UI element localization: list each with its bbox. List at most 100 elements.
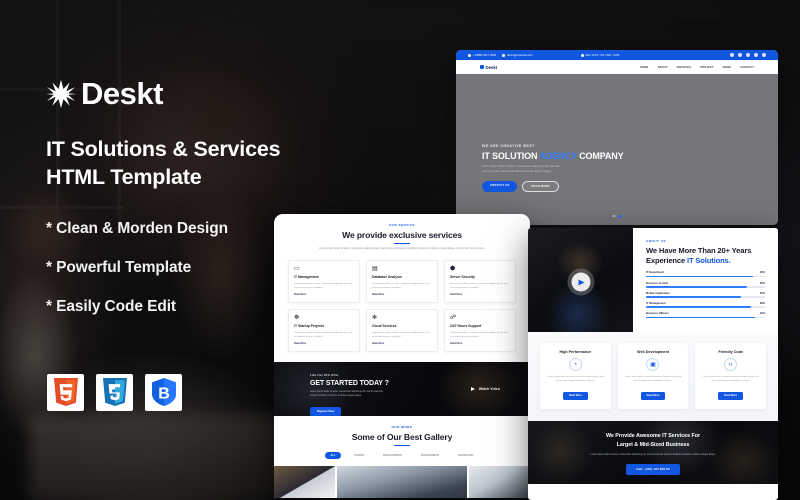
about-section: ABOUT US We Have More Than 20+ Years Exp… — [528, 228, 778, 332]
starburst-icon — [480, 65, 484, 69]
skill-row: IT Department 90% — [646, 271, 765, 278]
contact-us-button[interactable]: CONTACT US — [482, 181, 518, 193]
service-card-text: Lorem ipsum dolor sit amet, consectetur … — [372, 331, 430, 338]
nav-item-about[interactable]: ABOUT — [657, 66, 667, 69]
gallery-tab-development[interactable]: DEVELOPMENT — [377, 452, 408, 459]
gallery-image-dashboard[interactable] — [274, 466, 336, 498]
slider-dot-2-active[interactable] — [618, 214, 622, 218]
navbar-menu[interactable]: HOME ABOUT SERVICES PROJECT NEWS CONTACT — [640, 66, 754, 69]
clock-icon — [580, 53, 584, 57]
about-video-thumbnail[interactable] — [528, 228, 633, 332]
call-now-button[interactable]: Call: +(00) 124 658 65 — [626, 463, 680, 475]
gallery-title: Some of Our Best Gallery — [351, 432, 453, 442]
topbar-email[interactable]: demo@example.com — [502, 53, 533, 57]
shield-icon: ⬟ — [450, 265, 456, 272]
feature-item: * Powerful Template — [46, 258, 192, 276]
gallery-tab-marketing[interactable]: MARKETING — [452, 452, 479, 459]
feature-read-more-button[interactable]: Read More — [640, 391, 666, 400]
skill-track — [646, 306, 765, 308]
skill-value: 85% — [759, 281, 765, 285]
skill-row: Mobile Application 80% — [646, 292, 765, 298]
get-started-section: Like Our 50% Offer GET STARTED TODAY ? L… — [274, 362, 530, 416]
social-links[interactable] — [730, 53, 766, 57]
service-card-text: Lorem ipsum dolor sit amet, consectetur … — [372, 282, 430, 289]
brand-name: Deskt — [81, 76, 163, 111]
watch-video-label: Watch Video — [478, 387, 500, 391]
skill-value: 80% — [759, 291, 765, 295]
read-more-button[interactable]: READ MORE — [522, 181, 559, 193]
skill-name: IT Department — [646, 271, 665, 275]
service-card[interactable]: ▤ Database Analysis Lorem ipsum dolor si… — [366, 259, 438, 303]
linkedin-icon[interactable] — [762, 53, 766, 57]
skill-row: Business Officers 92% — [646, 312, 765, 319]
nav-item-home[interactable]: HOME — [640, 66, 649, 69]
feature-card-title: Friendly Code — [718, 350, 743, 354]
about-content: ABOUT US We Have More Than 20+ Years Exp… — [633, 228, 778, 332]
watch-video-button[interactable]: Watch Video — [470, 387, 500, 391]
feature-card[interactable]: Friendly Code ‹› Lorem ipsum dolor sit a… — [695, 343, 766, 410]
hero-title: IT SOLUTION AGENCY COMPANY — [482, 151, 624, 161]
feature-card[interactable]: Web Development ▣ Lorem ipsum dolor sit … — [617, 343, 689, 410]
facebook-icon[interactable] — [730, 53, 734, 57]
feature-read-more-button[interactable]: Read More — [718, 391, 744, 400]
service-card-title: Server Security — [450, 275, 475, 280]
envelope-icon — [502, 53, 506, 57]
nav-item-news[interactable]: NEWS — [723, 66, 732, 69]
slider-dot-1[interactable] — [612, 214, 615, 217]
topbar-hours: Mon To Fri : 09:7 AM - 6 PM — [580, 53, 620, 57]
headline-line-2: HTML Template — [46, 165, 202, 190]
gallery-tab-all[interactable]: ALL — [324, 452, 342, 459]
gallery-image-meeting[interactable] — [337, 466, 467, 498]
bottom-cta-text: Lorem ipsum dolor sit amet, consectetur … — [590, 453, 716, 456]
feature-card[interactable]: High Performance ◔ Lorem ipsum dolor sit… — [540, 343, 611, 410]
feature-card-text: Lorem ipsum dolor sit amet consectetur a… — [702, 376, 759, 383]
play-circle-icon[interactable] — [571, 272, 590, 292]
service-card[interactable]: ⬟ Server Security Lorem ipsum dolor sit … — [444, 259, 516, 303]
service-card-link[interactable]: Read More — [372, 293, 432, 296]
phone-icon — [468, 53, 471, 57]
skill-name: Business Growth — [646, 281, 669, 285]
nav-item-contact[interactable]: CONTACT — [740, 66, 754, 69]
gallery-section-header: OUR WORK Some of Our Best Gallery ALL DE… — [274, 416, 530, 459]
bottom-cta-title-line-1: We Provide Awesome IT Services For — [605, 433, 701, 440]
google-icon[interactable] — [754, 53, 758, 57]
navbar-brand[interactable]: Deskt — [480, 65, 497, 70]
skill-row: Business Growth 85% — [646, 282, 765, 288]
support-agent-icon: ☍ — [450, 314, 457, 321]
register-now-button[interactable]: Register Now — [310, 406, 342, 416]
service-card-text: Lorem ipsum dolor sit amet, consectetur … — [450, 331, 508, 338]
slider-dots[interactable] — [612, 214, 622, 218]
nav-item-services[interactable]: SERVICES — [677, 66, 692, 69]
topbar-phone[interactable]: +1(888) 0277 0245 — [468, 53, 496, 57]
service-card-link[interactable]: Read More — [294, 342, 354, 345]
hero-banner: WE ARE CREATIVE BEST IT SOLUTION AGENCY … — [456, 74, 778, 225]
service-card[interactable]: ✻ Cloud Services Lorem ipsum dolor sit a… — [366, 308, 438, 352]
service-card-link[interactable]: Read More — [372, 342, 432, 345]
service-card[interactable]: ☍ 24/7 Hours Support Lorem ipsum dolor s… — [444, 308, 516, 352]
twitter-icon[interactable] — [738, 53, 742, 57]
instagram-icon[interactable] — [746, 53, 750, 57]
skill-name: IT Management — [646, 301, 666, 305]
about-title: We Have More Than 20+ Years Experience I… — [646, 246, 752, 265]
gallery-tab-design[interactable]: DESIGN — [348, 452, 370, 459]
hero-title-accent: AGENCY — [539, 151, 577, 161]
feature-card-grid: High Performance ◔ Lorem ipsum dolor sit… — [528, 332, 778, 422]
service-card-title: 24/7 Hours Support — [450, 324, 482, 329]
bottom-cta-section: We Provide Awesome IT Services For Large… — [528, 421, 778, 485]
play-icon — [470, 387, 475, 391]
html5-badge — [47, 374, 84, 411]
gallery-filter-tabs[interactable]: ALL DESIGN DEVELOPMENT MANAGEMENT MARKET… — [288, 452, 516, 459]
gallery-tab-management[interactable]: MANAGEMENT — [415, 452, 445, 459]
service-card-link[interactable]: Read More — [450, 342, 510, 345]
nav-item-project[interactable]: PROJECT — [700, 66, 714, 69]
skill-track — [646, 296, 765, 298]
service-card-link[interactable]: Read More — [450, 293, 510, 296]
skill-track — [646, 275, 765, 278]
feature-item: * Easily Code Edit — [46, 297, 176, 315]
bootstrap-icon: B — [151, 378, 176, 406]
gallery-image-laptop[interactable] — [468, 466, 530, 498]
feature-read-more-button[interactable]: Read More — [562, 391, 588, 400]
promo-panel: Deskt IT Solutions & Services HTML Templ… — [46, 78, 346, 337]
bottom-cta-title: We Provide Awesome IT Services For Large… — [528, 432, 778, 449]
skill-track — [646, 316, 765, 319]
